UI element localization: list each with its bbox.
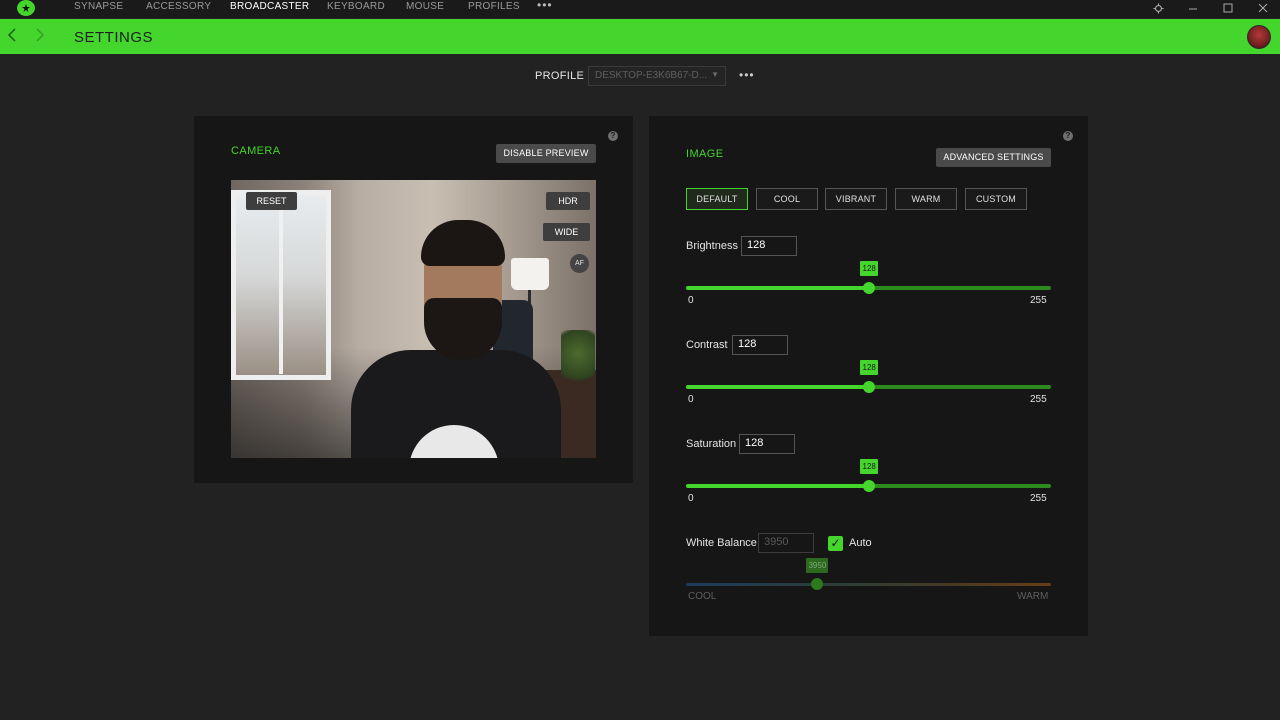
- preset-vibrant[interactable]: VIBRANT: [825, 188, 887, 210]
- brightness-slider-fill: [686, 286, 870, 290]
- brightness-min: 0: [688, 295, 694, 306]
- preset-default[interactable]: DEFAULT: [686, 188, 748, 210]
- profile-dropdown[interactable]: DESKTOP-E3K6B67-D... ▼: [588, 66, 726, 86]
- brightness-slider-rest: [869, 286, 1051, 290]
- saturation-value-tooltip: 128: [860, 459, 879, 474]
- contrast-min: 0: [688, 394, 694, 405]
- hdr-button[interactable]: HDR: [546, 192, 590, 210]
- camera-title: CAMERA: [231, 145, 281, 157]
- nav-item-synapse[interactable]: SYNAPSE: [74, 1, 123, 12]
- caret-down-icon: ▼: [711, 70, 719, 79]
- contrast-slider-fill: [686, 385, 870, 389]
- help-icon[interactable]: ?: [1063, 131, 1073, 141]
- preset-custom[interactable]: CUSTOM: [965, 188, 1027, 210]
- preview-person-hair: [421, 220, 505, 266]
- preview-window-frame: [279, 194, 283, 374]
- brightness-label: Brightness: [686, 240, 738, 252]
- preset-cool[interactable]: COOL: [756, 188, 818, 210]
- autofocus-button[interactable]: AF: [570, 254, 589, 273]
- brightness-input[interactable]: 128: [741, 236, 797, 256]
- white-balance-label: White Balance: [686, 537, 757, 549]
- saturation-max: 255: [1030, 493, 1047, 504]
- nav-item-mouse[interactable]: MOUSE: [406, 1, 444, 12]
- nav-item-accessory[interactable]: ACCESSORY: [146, 1, 211, 12]
- contrast-label: Contrast: [686, 339, 728, 351]
- saturation-slider-rest: [869, 484, 1051, 488]
- brightness-value-tooltip: 128: [860, 261, 879, 276]
- contrast-max: 255: [1030, 394, 1047, 405]
- page-title: SETTINGS: [74, 29, 154, 46]
- user-avatar[interactable]: [1247, 25, 1271, 49]
- wide-button[interactable]: WIDE: [543, 223, 590, 241]
- white-balance-input[interactable]: 3950: [758, 533, 814, 553]
- minimize-icon[interactable]: [1185, 0, 1201, 16]
- top-navigation-bar: SYNAPSE ACCESSORY BROADCASTER KEYBOARD M…: [0, 0, 1280, 18]
- settings-gear-icon[interactable]: [1150, 0, 1166, 16]
- reset-button[interactable]: RESET: [246, 192, 297, 210]
- saturation-slider-fill: [686, 484, 870, 488]
- image-title: IMAGE: [686, 148, 724, 160]
- profile-label: PROFILE: [535, 70, 585, 82]
- saturation-input[interactable]: 128: [739, 434, 795, 454]
- white-balance-value-tooltip: 3950: [806, 558, 829, 573]
- disable-preview-button[interactable]: DISABLE PREVIEW: [496, 144, 596, 163]
- preview-lamp: [511, 258, 549, 290]
- chevron-left-icon[interactable]: [7, 27, 17, 46]
- brightness-max: 255: [1030, 295, 1047, 306]
- nav-item-profiles[interactable]: PROFILES: [468, 1, 520, 12]
- help-icon[interactable]: ?: [608, 131, 618, 141]
- auto-white-balance-checkbox[interactable]: ✓: [828, 536, 843, 551]
- white-balance-cool-label: COOL: [688, 591, 717, 602]
- saturation-label: Saturation: [686, 438, 737, 450]
- chevron-right-icon[interactable]: [35, 27, 45, 46]
- close-icon[interactable]: [1255, 0, 1271, 16]
- advanced-settings-button[interactable]: ADVANCED SETTINGS: [936, 148, 1051, 167]
- nav-more-icon[interactable]: •••: [537, 0, 553, 12]
- maximize-icon[interactable]: [1220, 0, 1236, 16]
- profile-more-icon[interactable]: •••: [739, 68, 755, 82]
- white-balance-slider[interactable]: [686, 583, 1051, 586]
- camera-preview: [231, 180, 596, 458]
- preset-warm[interactable]: WARM: [895, 188, 957, 210]
- contrast-slider-rest: [869, 385, 1051, 389]
- contrast-input[interactable]: 128: [732, 335, 788, 355]
- white-balance-warm-label: WARM: [1017, 591, 1049, 602]
- preview-plant: [561, 330, 595, 390]
- settings-header: SETTINGS: [0, 19, 1280, 54]
- saturation-min: 0: [688, 493, 694, 504]
- nav-item-keyboard[interactable]: KEYBOARD: [327, 1, 385, 12]
- contrast-value-tooltip: 128: [860, 360, 879, 375]
- razer-logo-icon[interactable]: [17, 0, 35, 16]
- auto-label: Auto: [849, 537, 872, 549]
- profile-dropdown-value: DESKTOP-E3K6B67-D...: [595, 70, 708, 81]
- nav-item-broadcaster[interactable]: BROADCASTER: [230, 1, 309, 12]
